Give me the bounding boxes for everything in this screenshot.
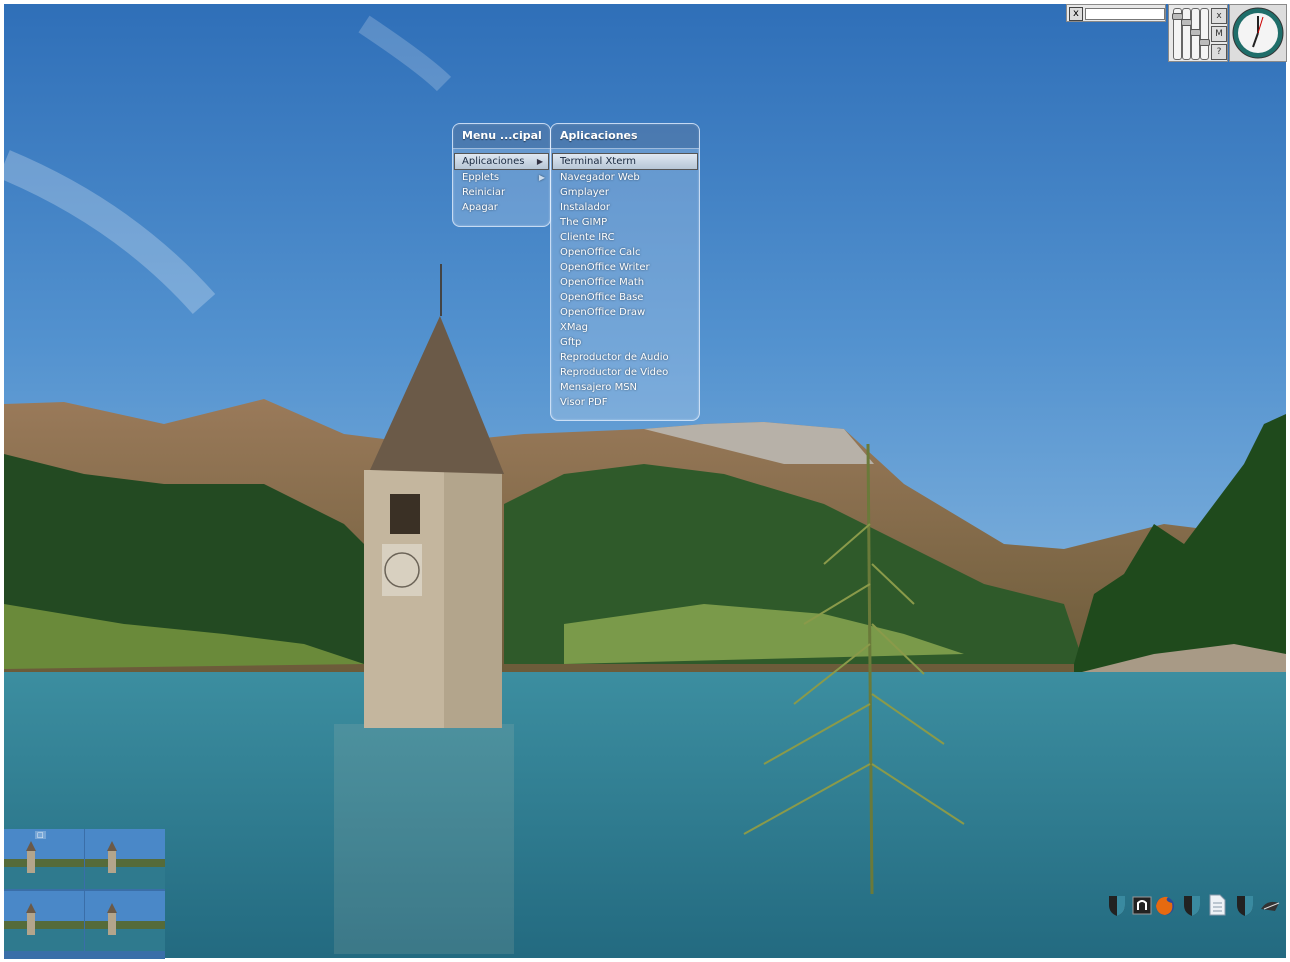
terminal-icon[interactable] (1131, 893, 1153, 917)
launcher-tray (1106, 893, 1286, 919)
menu-item-gftp[interactable]: Gftp (551, 335, 699, 350)
menu-item-epplets[interactable]: Epplets ▶ (453, 170, 550, 185)
analog-clock-icon (1232, 7, 1284, 59)
command-input-applet: x (1066, 4, 1166, 22)
firefox-icon[interactable] (1154, 893, 1176, 917)
menu-item-reiniciar[interactable]: Reiniciar (453, 185, 550, 200)
command-input[interactable] (1085, 8, 1165, 20)
clock-applet (1229, 4, 1287, 62)
menu-item-terminal-xterm[interactable]: Terminal Xterm (552, 153, 698, 170)
workspace-3[interactable] (4, 891, 84, 951)
menu-item-visor-pdf[interactable]: Visor PDF (551, 395, 699, 410)
menu-item-openoffice-base[interactable]: OpenOffice Base (551, 290, 699, 305)
applications-submenu: Aplicaciones Terminal Xterm Navegador We… (550, 123, 700, 421)
workspace-thumbnail (4, 891, 84, 951)
volume-slider[interactable] (1172, 8, 1183, 60)
active-window-marker: □ (35, 831, 46, 839)
close-icon[interactable]: x (1069, 7, 1083, 21)
main-menu-title: Menu ...cipal (453, 124, 550, 149)
menu-item-instalador[interactable]: Instalador (551, 200, 699, 215)
workspace-thumbnail (85, 829, 165, 889)
workspace-thumbnail (85, 891, 165, 951)
menu-item-apagar[interactable]: Apagar (453, 200, 550, 215)
volume-slider[interactable] (1190, 8, 1201, 60)
shield-icon[interactable] (1234, 893, 1256, 917)
submenu-arrow-icon: ▶ (538, 173, 545, 182)
mail-icon[interactable] (1259, 893, 1281, 917)
menu-item-mensajero-msn[interactable]: Mensajero MSN (551, 380, 699, 395)
menu-item-navegador-web[interactable]: Navegador Web (551, 170, 699, 185)
workspace-1[interactable]: □ (4, 829, 84, 889)
volume-slider[interactable] (1199, 8, 1210, 60)
menu-item-reproductor-audio[interactable]: Reproductor de Audio (551, 350, 699, 365)
shield-icon[interactable] (1181, 893, 1203, 917)
mixer-mode-button[interactable]: M (1211, 26, 1227, 42)
document-icon[interactable] (1206, 893, 1228, 917)
main-menu: Menu ...cipal Aplicaciones ▶ Epplets ▶ Rei… (452, 123, 551, 227)
menu-item-openoffice-calc[interactable]: OpenOffice Calc (551, 245, 699, 260)
menu-item-gmplayer[interactable]: Gmplayer (551, 185, 699, 200)
workspace-pager: □ (4, 829, 165, 959)
mixer-applet: x M ? (1168, 4, 1228, 62)
workspace-4[interactable] (85, 891, 165, 951)
mixer-help-button[interactable]: ? (1211, 44, 1227, 60)
menu-item-openoffice-draw[interactable]: OpenOffice Draw (551, 305, 699, 320)
shield-icon[interactable] (1106, 893, 1128, 917)
workspace-2[interactable] (85, 829, 165, 889)
menu-item-openoffice-math[interactable]: OpenOffice Math (551, 275, 699, 290)
applications-menu-title: Aplicaciones (551, 124, 699, 149)
menu-item-cliente-irc[interactable]: Cliente IRC (551, 230, 699, 245)
menu-item-reproductor-video[interactable]: Reproductor de Video (551, 365, 699, 380)
menu-item-aplicaciones[interactable]: Aplicaciones ▶ (454, 153, 549, 170)
mixer-close-button[interactable]: x (1211, 8, 1227, 24)
menu-item-openoffice-writer[interactable]: OpenOffice Writer (551, 260, 699, 275)
submenu-arrow-icon: ▶ (536, 157, 543, 166)
menu-item-the-gimp[interactable]: The GIMP (551, 215, 699, 230)
menu-item-xmag[interactable]: XMag (551, 320, 699, 335)
